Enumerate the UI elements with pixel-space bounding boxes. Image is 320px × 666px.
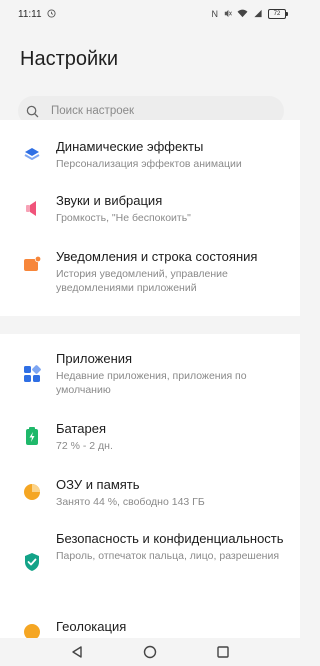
- mute-icon: [223, 9, 232, 20]
- settings-item-battery[interactable]: Батарея 72 % - 2 дн.: [0, 420, 300, 453]
- signal-icon: [253, 9, 263, 20]
- storage-icon: [22, 482, 42, 502]
- home-icon: [143, 645, 157, 659]
- item-subtitle: Недавние приложения, приложения по умолч…: [56, 370, 247, 396]
- item-title: Динамические эффекты: [56, 139, 204, 154]
- settings-section-system: Приложения Недавние приложения, приложен…: [0, 334, 300, 640]
- item-subtitle: 72 % - 2 дн.: [56, 440, 113, 452]
- item-title: Уведомления и строка состояния: [56, 249, 258, 264]
- item-subtitle: Занято 44 %, свободно 143 ГБ: [56, 496, 205, 508]
- battery-icon: [22, 426, 42, 446]
- settings-item-apps[interactable]: Приложения Недавние приложения, приложен…: [0, 350, 300, 397]
- recents-button[interactable]: [211, 640, 235, 664]
- speaker-icon: [22, 198, 42, 218]
- layers-icon: [22, 144, 42, 164]
- item-title: Приложения: [56, 351, 133, 366]
- back-button[interactable]: [65, 640, 89, 664]
- back-icon: [71, 646, 82, 658]
- apps-icon: [22, 364, 42, 384]
- settings-item-notifications[interactable]: Уведомления и строка состояния История у…: [0, 248, 300, 295]
- page-title: Настройки: [20, 48, 119, 70]
- item-subtitle: Персонализация эффектов анимации: [56, 158, 242, 170]
- search-icon: [26, 105, 39, 118]
- notification-icon: [22, 254, 42, 274]
- wifi-icon: [237, 9, 248, 20]
- status-bar: 11:11 N 72: [0, 0, 300, 28]
- item-title: Геолокация: [56, 619, 127, 634]
- item-title: Звуки и вибрация: [56, 193, 163, 208]
- settings-section-display: Динамические эффекты Персонализация эффе…: [0, 120, 300, 316]
- item-title: ОЗУ и память: [56, 477, 140, 492]
- settings-item-storage[interactable]: ОЗУ и память Занято 44 %, свободно 143 Г…: [0, 476, 300, 509]
- shield-icon: [22, 552, 42, 572]
- item-title: Батарея: [56, 421, 107, 436]
- item-subtitle: Громкость, "Не беспокоить": [56, 212, 191, 224]
- settings-item-dynamic-effects[interactable]: Динамические эффекты Персонализация эффе…: [0, 138, 300, 171]
- item-title: Безопасность и конфиденциальность: [56, 531, 284, 546]
- search-input[interactable]: [51, 105, 251, 117]
- nfc-icon: N: [211, 8, 219, 19]
- home-button[interactable]: [138, 640, 162, 664]
- settings-item-security[interactable]: Безопасность и конфиденциальность Пароль…: [0, 530, 300, 571]
- battery-indicator: 72: [268, 9, 288, 19]
- item-subtitle: История уведомлений, управление уведомле…: [56, 268, 228, 294]
- item-subtitle: Пароль, отпечаток пальца, лицо, разрешен…: [56, 550, 280, 562]
- recents-icon: [217, 646, 230, 658]
- status-time: 11:11: [18, 8, 42, 20]
- settings-item-location[interactable]: Геолокация: [0, 618, 300, 640]
- alarm-icon: [46, 8, 56, 20]
- settings-item-sound[interactable]: Звуки и вибрация Громкость, "Не беспокои…: [0, 192, 300, 225]
- navigation-bar: [0, 638, 300, 666]
